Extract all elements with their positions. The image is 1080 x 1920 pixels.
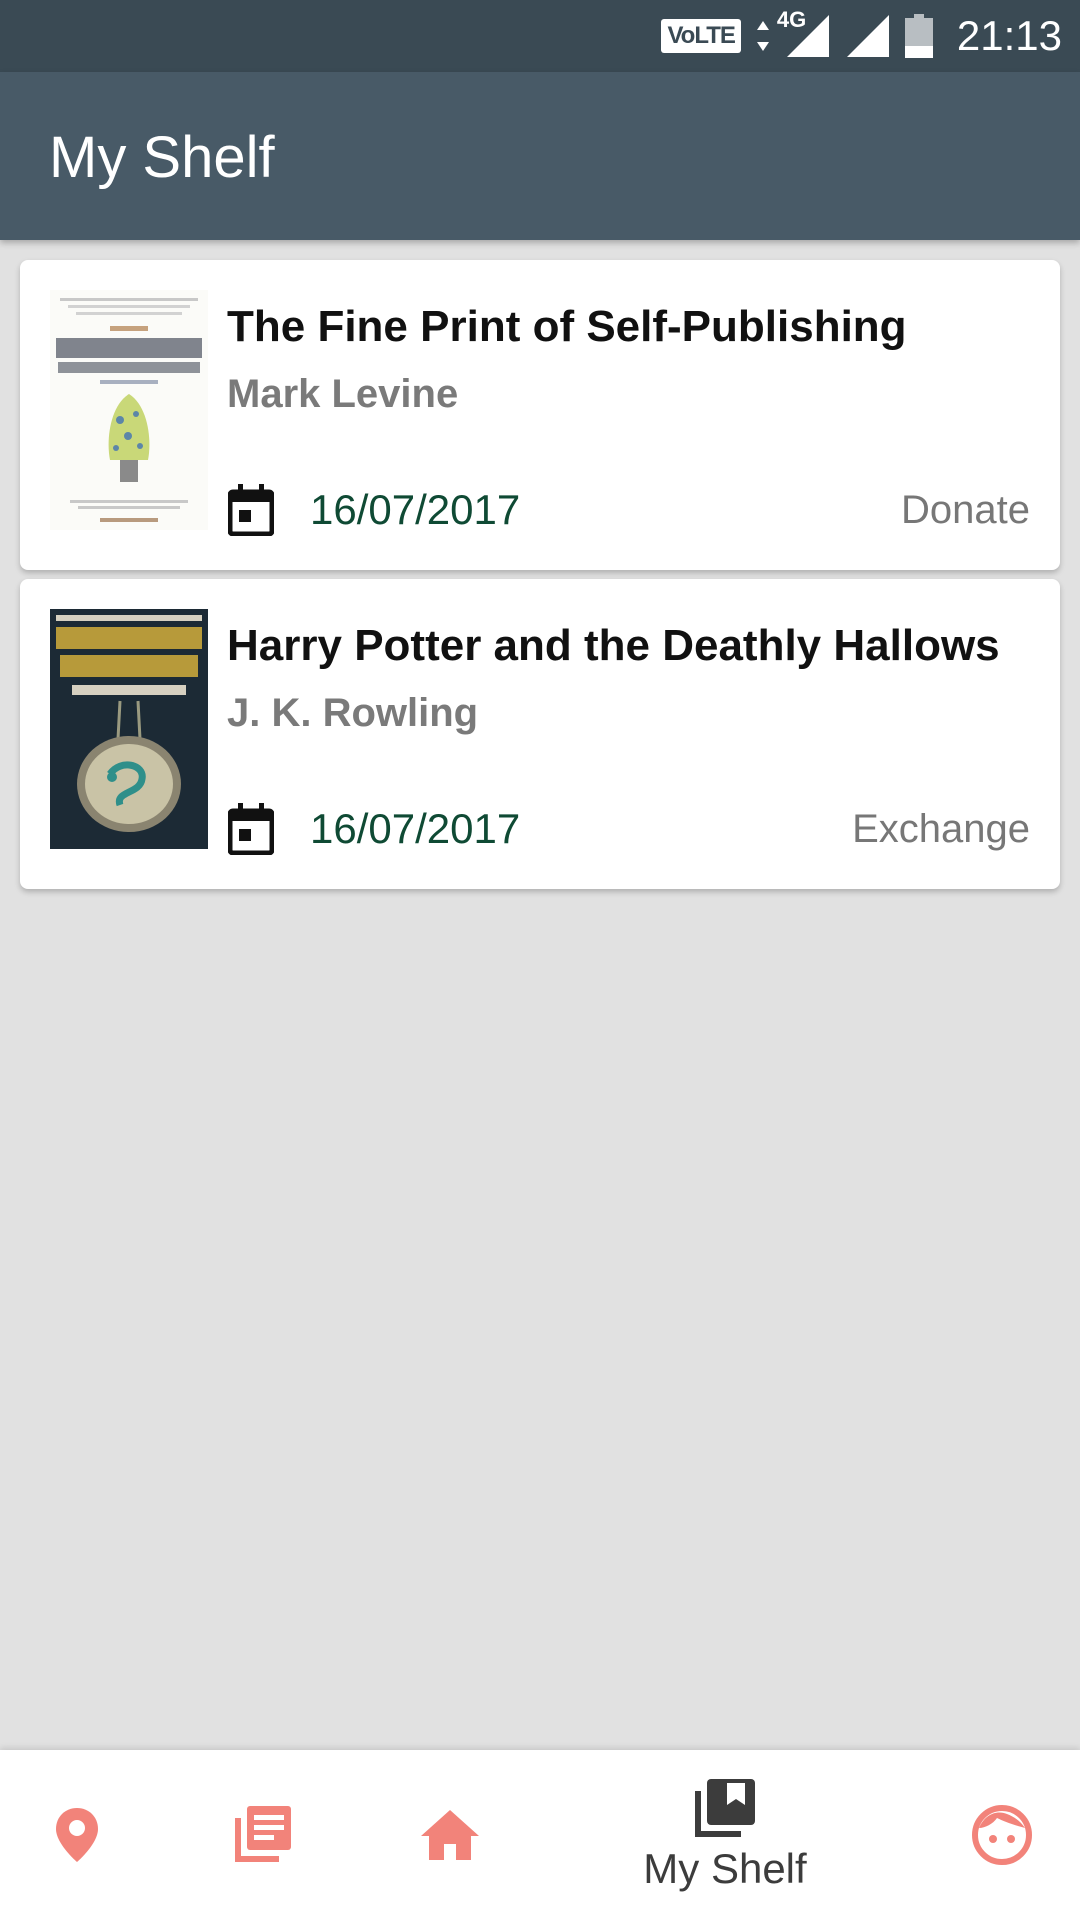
book-list: The Fine Print of Self-Publishing Mark L… xyxy=(20,260,1060,898)
book-cover-art xyxy=(50,609,208,849)
book-date: 16/07/2017 xyxy=(310,486,521,533)
location-pin-icon xyxy=(56,1808,98,1862)
calendar-icon xyxy=(228,484,274,536)
library-books-icon xyxy=(235,1806,291,1862)
book-cover-art xyxy=(50,290,208,530)
book-date: 16/07/2017 xyxy=(310,805,521,852)
app-bar: My Shelf xyxy=(0,72,1080,240)
status-icons: VoLTE 4G 21:13 xyxy=(661,0,1062,72)
book-action-label: Exchange xyxy=(852,807,1030,851)
battery-icon xyxy=(904,14,933,58)
book-cover-deathly-hallows xyxy=(50,609,208,849)
network-type: 4G xyxy=(777,7,831,59)
nav-label-my-shelf: My Shelf xyxy=(643,1845,807,1892)
book-card[interactable]: The Fine Print of Self-Publishing Mark L… xyxy=(20,260,1060,570)
nav-item-map[interactable] xyxy=(37,1750,117,1920)
calendar-icon xyxy=(228,803,274,855)
book-author: J. K. Rowling xyxy=(227,691,479,735)
home-icon xyxy=(421,1810,479,1860)
book-author: Mark Levine xyxy=(227,372,459,416)
book-title: The Fine Print of Self-Publishing xyxy=(227,302,907,351)
status-time: 21:13 xyxy=(956,12,1062,59)
book-card[interactable]: Harry Potter and the Deathly Hallows J. … xyxy=(20,579,1060,889)
nav-item-library[interactable] xyxy=(222,1750,302,1920)
profile-face-icon xyxy=(972,1805,1032,1865)
nav-item-my-shelf[interactable]: My Shelf xyxy=(620,1750,830,1920)
date-row: 16/07/2017 xyxy=(228,803,520,855)
signal-icon xyxy=(846,15,889,57)
nav-item-home[interactable] xyxy=(410,1750,490,1920)
date-row: 16/07/2017 xyxy=(228,484,520,536)
book-action-label: Donate xyxy=(901,488,1030,532)
bottom-navigation: My Shelf xyxy=(0,1750,1080,1920)
nav-item-profile[interactable] xyxy=(962,1750,1042,1920)
status-bar: VoLTE 4G 21:13 xyxy=(0,0,1080,72)
book-title: Harry Potter and the Deathly Hallows xyxy=(227,621,1000,670)
page-title: My Shelf xyxy=(49,125,275,190)
data-arrows-icon xyxy=(756,21,769,51)
my-shelf-icon xyxy=(695,1779,755,1837)
volte-badge: VoLTE xyxy=(661,19,741,53)
book-cover-fine-print xyxy=(50,290,208,530)
